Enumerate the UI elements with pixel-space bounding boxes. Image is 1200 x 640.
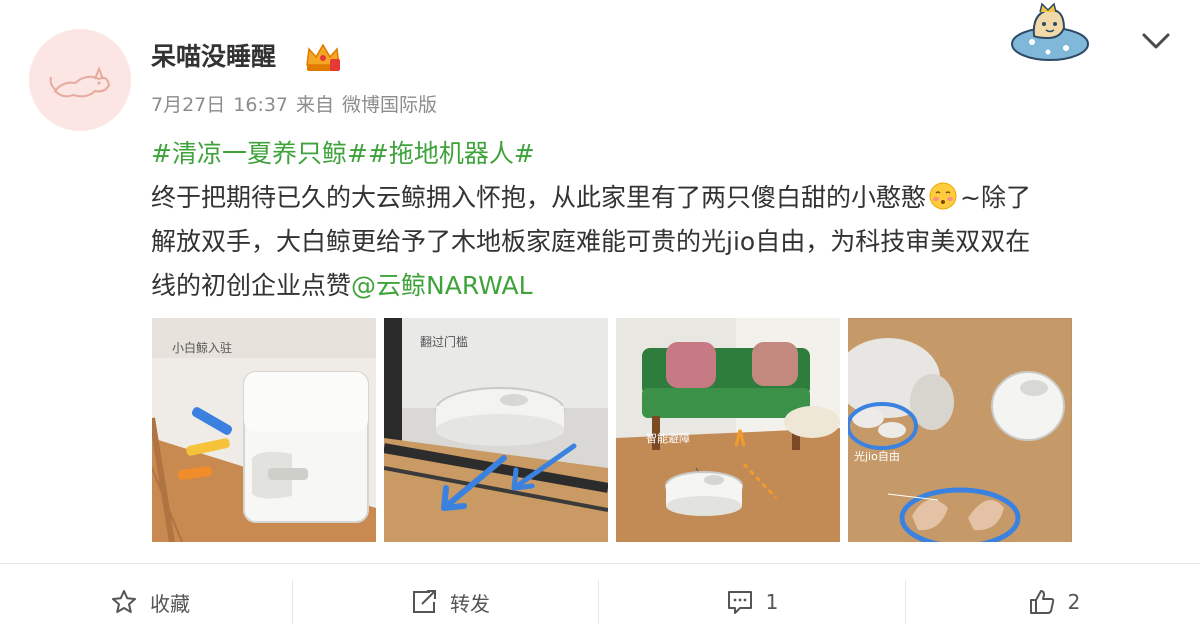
photo-robot-in-living-room[interactable]: 智能避障 xyxy=(616,318,840,542)
thumbs-up-icon xyxy=(1028,588,1056,616)
photo-caption: 智能避障 xyxy=(646,431,690,445)
action-separator xyxy=(292,580,293,624)
username[interactable]: 呆喵没睡醒 xyxy=(151,40,276,74)
post-meta: 7月27日 16:37 来自 微博国际版 xyxy=(151,91,445,119)
comment-icon xyxy=(726,588,754,616)
comment-count: 1 xyxy=(765,590,779,614)
avatar[interactable] xyxy=(29,29,131,131)
comment-button[interactable]: 1 xyxy=(602,564,902,640)
repost-icon xyxy=(410,588,438,616)
post-source[interactable]: 微博国际版 xyxy=(342,94,437,116)
chevron-down-icon[interactable] xyxy=(1140,27,1172,55)
post-line-1-tail: ~除了 xyxy=(960,183,1031,212)
favorite-label: 收藏 xyxy=(150,591,190,616)
like-button[interactable]: 2 xyxy=(904,564,1200,640)
decor-sticker-icon xyxy=(1008,2,1092,64)
blushing-face-emoji xyxy=(928,181,958,211)
photo-robot-with-cat[interactable]: 光jio自由 xyxy=(848,318,1072,542)
post-line-2: 解放双手，大白鲸更给予了木地板家庭难能可贵的光jio自由，为科技审美双双在 xyxy=(151,227,1031,256)
photo-caption: 小白鲸入驻 xyxy=(172,340,232,355)
source-prefix: 来自 xyxy=(296,94,335,116)
post-line-1: 终于把期待已久的大云鲸拥入怀抱，从此家里有了两只傻白甜的小憨憨 xyxy=(151,183,927,212)
action-separator xyxy=(598,580,599,624)
post-time: 16:37 xyxy=(233,94,289,116)
mention-link[interactable]: @云鲸NARWAL xyxy=(351,271,533,300)
favorite-button[interactable]: 收藏 xyxy=(0,564,300,640)
repost-button[interactable]: 转发 xyxy=(300,564,600,640)
photo-caption: 翻过门槛 xyxy=(420,334,468,349)
vip-crown-icon[interactable] xyxy=(304,41,342,73)
photo-grid: 小白鲸入驻 翻过门槛 智能避障 光jio自由 xyxy=(152,318,1076,542)
like-count: 2 xyxy=(1067,590,1081,614)
avatar-cat-icon xyxy=(29,29,131,131)
photo-caption: 光jio自由 xyxy=(854,449,900,463)
repost-label: 转发 xyxy=(450,591,490,616)
post-date: 7月27日 xyxy=(151,94,226,116)
action-bar: 收藏 转发 1 2 xyxy=(0,564,1200,640)
hashtag-link[interactable]: #清凉一夏养只鲸##拖地机器人# xyxy=(151,139,535,168)
post-line-3: 线的初创企业点赞 xyxy=(151,271,352,300)
photo-robot-on-track[interactable]: 翻过门槛 xyxy=(384,318,608,542)
photo-robot-base-station[interactable]: 小白鲸入驻 xyxy=(152,318,376,542)
post-content: #清凉一夏养只鲸##拖地机器人# 终于把期待已久的大云鲸拥入怀抱，从此家里有了两… xyxy=(151,132,1161,308)
star-icon xyxy=(110,588,138,616)
